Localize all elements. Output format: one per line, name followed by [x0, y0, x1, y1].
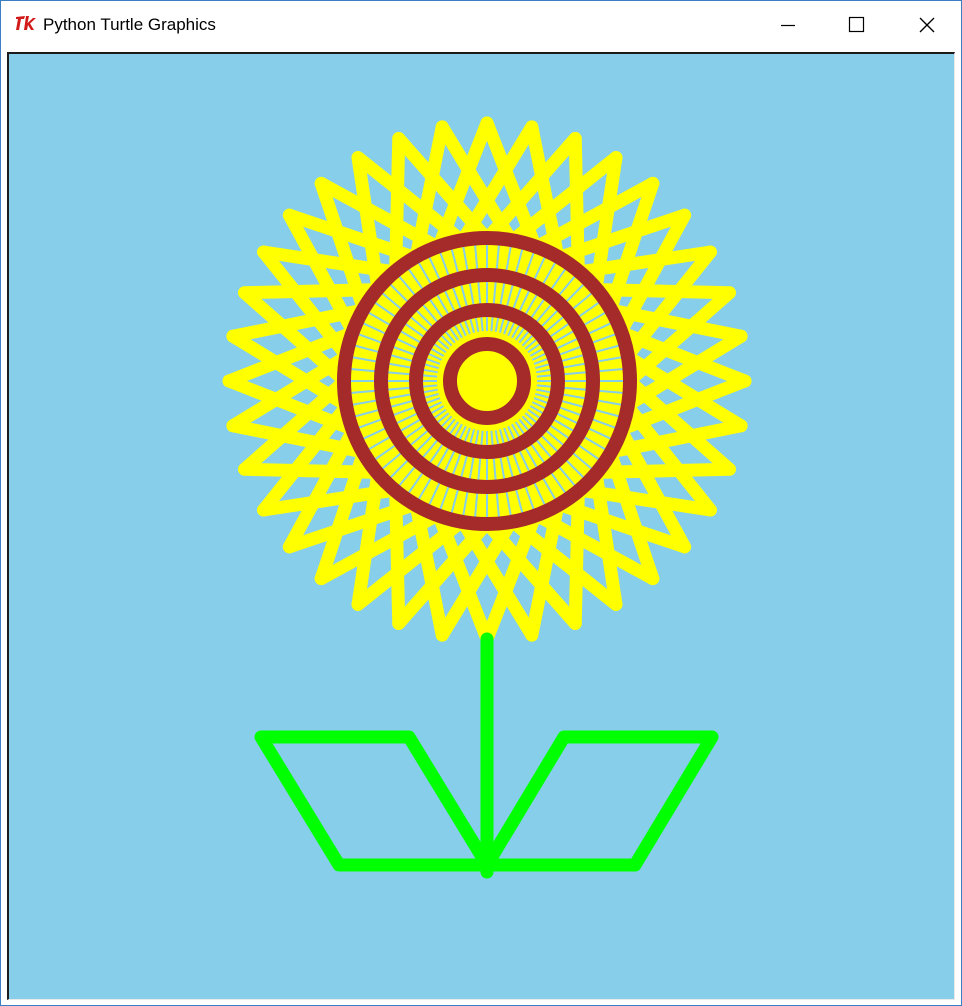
- window-title: Python Turtle Graphics: [43, 15, 216, 34]
- maximize-icon: [848, 16, 865, 33]
- maximize-button[interactable]: [821, 1, 891, 48]
- close-button[interactable]: [891, 1, 961, 48]
- turtle-window: Python Turtle Graphics: [0, 0, 962, 1006]
- minimize-icon: [781, 24, 795, 27]
- tk-feather-icon: [16, 16, 36, 30]
- title-bar[interactable]: Python Turtle Graphics: [1, 1, 961, 48]
- close-icon: [919, 17, 935, 33]
- turtle-canvas[interactable]: [9, 54, 954, 999]
- minimize-button[interactable]: [753, 1, 823, 48]
